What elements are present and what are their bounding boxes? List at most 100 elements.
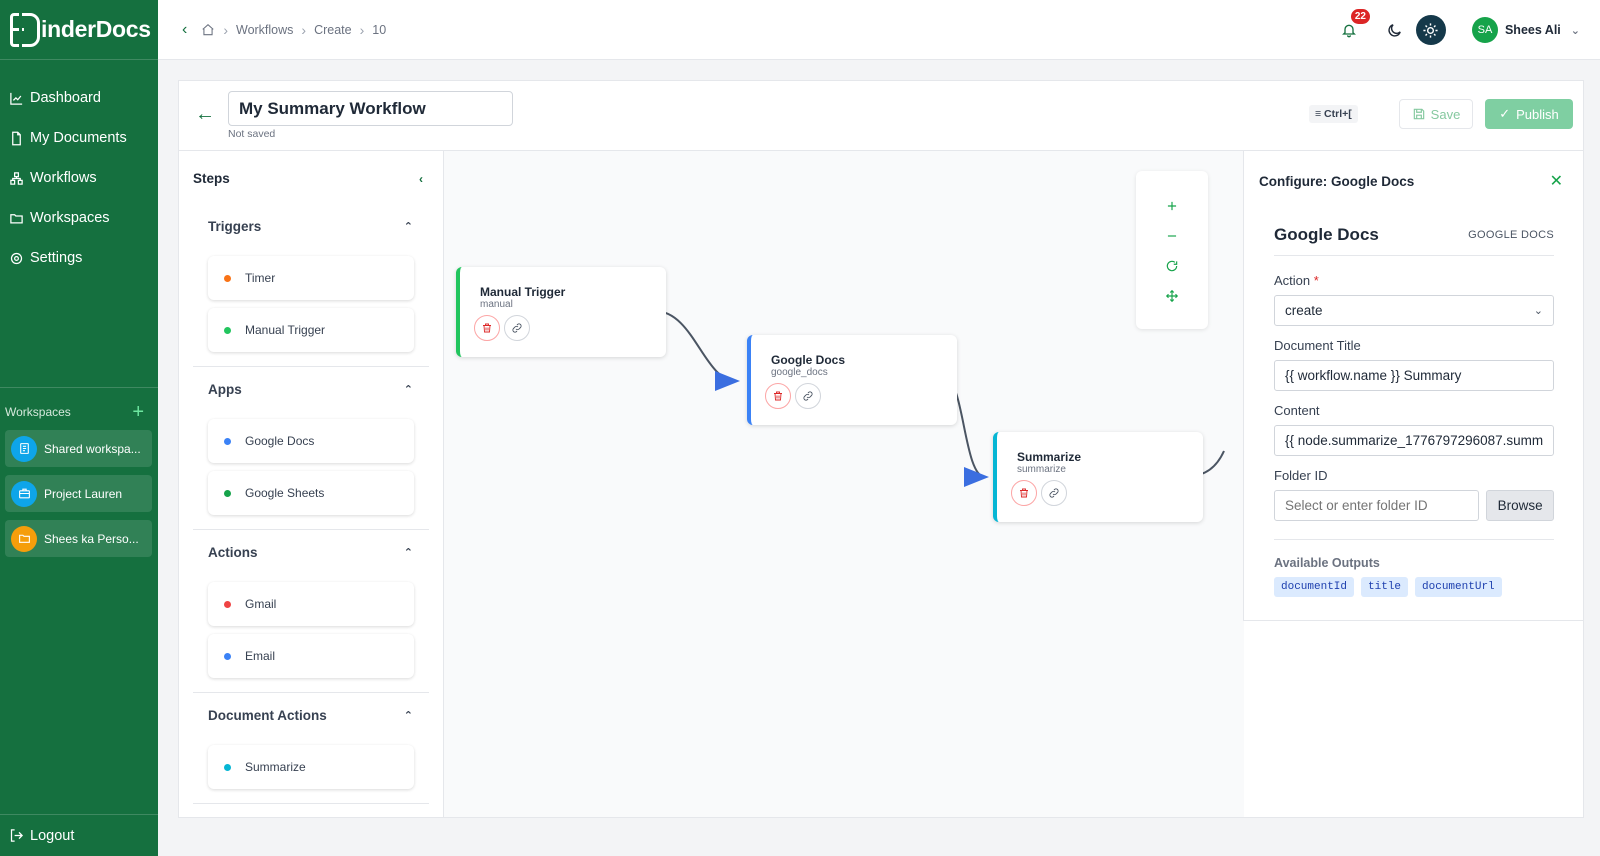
home-icon[interactable] (201, 23, 215, 37)
workflow-canvas[interactable]: Manual Trigger manual Google Docs google… (444, 151, 1244, 817)
folder-label: Folder ID (1274, 468, 1328, 483)
user-menu[interactable]: SA Shees Ali ⌄ (1471, 17, 1580, 43)
nav-item-dashboard[interactable]: Dashboard (0, 78, 158, 118)
group-label: Triggers (208, 218, 262, 234)
group-label: Apps (208, 381, 242, 397)
nav-label: Settings (30, 250, 83, 266)
zoom-out-button[interactable] (1136, 221, 1208, 251)
output-chip[interactable]: documentId (1274, 577, 1355, 597)
link-node-button[interactable] (504, 315, 530, 341)
action-label-text: Action (1274, 273, 1311, 288)
delete-node-button[interactable] (1011, 480, 1037, 506)
workspace-label: Shared workspa... (44, 441, 141, 456)
action-select[interactable]: create ⌄ (1274, 295, 1554, 326)
zoom-in-button[interactable] (1136, 191, 1208, 221)
link-icon (1049, 488, 1059, 498)
link-node-button[interactable] (1041, 480, 1067, 506)
add-workspace-icon[interactable]: + (132, 402, 144, 422)
step-item-google-docs[interactable]: Google Docs (208, 419, 414, 463)
config-header: Configure: Google Docs ✕ (1244, 151, 1583, 191)
step-item-google-sheets[interactable]: Google Sheets (208, 471, 414, 515)
light-mode-button[interactable] (1415, 15, 1446, 45)
node-summarize[interactable]: Summarize summarize (993, 432, 1203, 522)
group-header[interactable]: Document Actions ⌃ (193, 693, 429, 737)
nav-item-settings[interactable]: Settings (0, 238, 158, 278)
collapse-steps-icon[interactable]: ‹ (419, 172, 423, 186)
steps-title: Steps (193, 171, 230, 186)
step-label: Summarize (245, 760, 306, 774)
doc-title-input[interactable] (1274, 360, 1554, 391)
floppy-icon (1413, 108, 1424, 120)
steps-panel: Steps ‹ Triggers ⌃ Timer Manual Trigger … (179, 151, 444, 817)
output-chip[interactable]: documentUrl (1415, 577, 1502, 597)
browse-button[interactable]: Browse (1486, 490, 1554, 521)
step-item-manual-trigger[interactable]: Manual Trigger (208, 308, 414, 352)
group-header[interactable]: Triggers ⌃ (193, 204, 429, 248)
nav-item-my-documents[interactable]: My Documents (0, 118, 158, 158)
breadcrumb-create[interactable]: Create (314, 23, 352, 37)
node-actions (765, 383, 825, 409)
app-logo[interactable]: inderDocs (0, 0, 158, 60)
notification-badge: 22 (1350, 9, 1370, 24)
nav-item-workflows[interactable]: Workflows (0, 158, 158, 198)
fit-view-button[interactable] (1136, 281, 1208, 311)
step-item-email[interactable]: Email (208, 634, 414, 678)
close-icon[interactable]: ✕ (1550, 171, 1563, 191)
step-label: Google Sheets (245, 486, 325, 500)
status-dot (224, 763, 231, 771)
divider (1274, 539, 1554, 540)
breadcrumb-current: 10 (372, 22, 387, 37)
logout-icon (10, 829, 24, 842)
publish-label: Publish (1516, 106, 1559, 122)
dark-mode-button[interactable] (1380, 15, 1410, 45)
save-button[interactable]: Save (1399, 99, 1473, 129)
workspace-item[interactable]: Shared workspa... (5, 430, 152, 467)
shortcut-badge[interactable]: ≡ Ctrl+[ (1309, 105, 1358, 123)
workspace-avatar (11, 480, 37, 507)
check-icon: ✓ (1499, 106, 1511, 121)
folder-icon (10, 213, 23, 223)
chevron-left-icon[interactable]: ‹ (182, 21, 187, 39)
workflow-name-input[interactable] (228, 91, 513, 126)
nav-label: My Documents (30, 130, 127, 146)
node-title: Summarize (1017, 450, 1082, 464)
node-google-docs[interactable]: Google Docs google_docs (747, 335, 957, 425)
chevron-up-icon: ⌃ (403, 709, 413, 722)
workspace-item[interactable]: Shees ka Perso... (5, 520, 152, 557)
logout-button[interactable]: Logout (0, 814, 158, 856)
config-type: GOOGLE DOCS (1468, 229, 1554, 241)
workspace-item[interactable]: Project Lauren (5, 475, 152, 512)
nav-item-workspaces[interactable]: Workspaces (0, 198, 158, 238)
node-subtitle: google_docs (771, 367, 828, 378)
delete-node-button[interactable] (765, 383, 791, 409)
step-label: Gmail (245, 597, 277, 611)
output-chip[interactable]: title (1361, 577, 1409, 597)
folder-row: Browse (1274, 490, 1554, 521)
step-item-gmail[interactable]: Gmail (208, 582, 414, 626)
sun-icon (1423, 22, 1439, 38)
notifications-button[interactable]: 22 (1334, 9, 1370, 45)
minus-icon (1167, 235, 1177, 237)
arrow-left-icon[interactable]: ← (195, 103, 215, 126)
step-item-summarize[interactable]: Summarize (208, 745, 414, 789)
outputs-list: documentId title documentUrl (1274, 577, 1554, 597)
trash-icon (1020, 488, 1028, 498)
status-dot (224, 437, 231, 445)
chart-line-icon (10, 92, 23, 105)
publish-button[interactable]: ✓ Publish (1485, 99, 1573, 129)
status-dot (224, 652, 231, 660)
folder-id-input[interactable] (1274, 490, 1480, 521)
node-manual-trigger[interactable]: Manual Trigger manual (456, 267, 666, 357)
node-subtitle: summarize (1017, 464, 1066, 475)
group-header[interactable]: Apps ⌃ (193, 367, 429, 411)
step-item-timer[interactable]: Timer (208, 256, 414, 300)
reset-zoom-button[interactable] (1136, 251, 1208, 281)
link-node-button[interactable] (795, 383, 821, 409)
breadcrumb-workflows[interactable]: Workflows (236, 23, 293, 37)
logout-label: Logout (30, 827, 75, 844)
status-dot (224, 274, 231, 282)
chevron-right-icon: › (223, 21, 228, 38)
content-input[interactable] (1274, 425, 1554, 456)
delete-node-button[interactable] (474, 315, 500, 341)
group-header[interactable]: Actions ⌃ (193, 530, 429, 574)
